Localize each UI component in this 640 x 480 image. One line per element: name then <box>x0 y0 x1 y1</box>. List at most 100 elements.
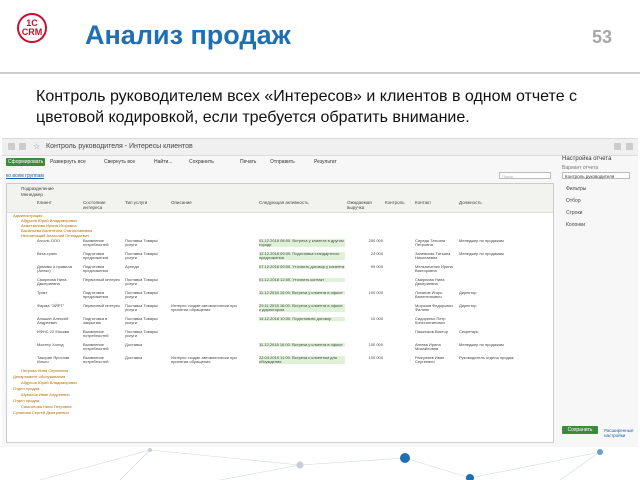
cell-position: Менеджер по продажам <box>459 342 504 347</box>
cell-revenue: 10 000 <box>370 316 383 321</box>
settings-filters[interactable]: Фильтры <box>566 186 586 192</box>
header-manager: Менеджер <box>21 192 43 197</box>
slide-subtitle: Контроль руководителем всех «Интересов» … <box>36 88 578 126</box>
cell-contact: Морозов Федорович Филипп <box>415 303 453 312</box>
window-title: Контроль руководителя - Интересы клиенто… <box>46 143 193 150</box>
find-button[interactable]: Найти... <box>152 158 174 166</box>
cell-revenue: 100 000 <box>368 355 383 360</box>
back-icon[interactable] <box>8 143 15 150</box>
cell-contact: Смирнова Нина Дмитриевна <box>415 277 445 286</box>
group-label: Отдел продаж <box>13 398 40 403</box>
settings-save-button[interactable]: Сохранить <box>562 426 598 434</box>
cell-service: Поставка Товары/услуги <box>125 316 159 325</box>
col-client: Клиент <box>37 200 52 205</box>
col-contact: Контакт <box>415 200 432 205</box>
cell-contact: Пашников Виктор <box>415 329 448 334</box>
cell-next-activity: 12.12.2018 09:00. Подготовка стандартног… <box>259 252 345 260</box>
cell-state: Подготовка предложения <box>83 264 108 273</box>
forward-icon[interactable] <box>19 143 26 150</box>
cell-revenue: 24 000 <box>370 251 383 256</box>
expand-all-button[interactable]: Развернуть все <box>48 158 88 166</box>
generate-button[interactable]: Сформировать <box>6 158 46 166</box>
search-input[interactable]: Поиск <box>499 172 551 179</box>
cell-revenue: 100 000 <box>368 290 383 295</box>
grid-header-top: Подразделение Менеджер <box>7 184 553 199</box>
collapse-all-button[interactable]: Свернуть все <box>102 158 137 166</box>
cell-position: Менеджер по продажам <box>459 251 504 256</box>
settings-rows[interactable]: Строки <box>566 210 582 216</box>
table-row[interactable]: Такорин Ярослав Ильич Выявление потребнос… <box>7 356 553 369</box>
cell-service: Доставка <box>125 355 143 360</box>
cell-state: Выявление потребностей <box>83 329 109 338</box>
cell-position: Руководитель отдела продаж <box>459 355 514 360</box>
send-button[interactable]: Отправить <box>268 158 297 166</box>
cell-revenue: 99 000 <box>370 264 383 269</box>
cell-service: Поставка Товары/услуги <box>125 303 159 312</box>
cell-contact: Заневская Татьяна Николаевна <box>415 251 451 260</box>
cell-state: Первичный интерес <box>83 277 121 282</box>
cell-next-activity: 11.12.2018 10:00. Встреча у клиента в оф… <box>259 291 345 295</box>
report-grid: Подразделение Менеджер Клиент Состояние … <box>6 183 554 443</box>
cell-client: Мастер Холод <box>37 342 64 347</box>
slide-title: Анализ продаж <box>85 20 291 50</box>
cell-next-activity: 29.11.2018 16:00. Встреча у клиента в оф… <box>259 304 345 312</box>
cell-next-activity: 01.12.2018 08:00. Встреча у клиента в др… <box>259 238 345 247</box>
cell-description: Интерес создан автоматически при приняти… <box>171 355 237 364</box>
network-decoration <box>39 448 603 480</box>
header-division: Подразделение <box>21 186 54 191</box>
report-screenshot: ☆ Контроль руководителя - Интересы клиен… <box>2 138 638 447</box>
cell-client: Фирма "ЭЙРТ" <box>37 303 65 308</box>
cell-client: Домовы и правила (Алекс) <box>37 264 72 273</box>
cell-client: Трикт <box>37 290 48 295</box>
group-label: Шувалов Иван Андреевич <box>21 392 70 397</box>
col-service: Тип услуги <box>125 200 148 205</box>
grid-header-columns: Клиент Состояние интереса Тип услуги Опи… <box>7 198 553 213</box>
cell-next-activity: 11.12.2018 10:00. Встреча у клиента в оф… <box>259 343 345 347</box>
group-label: Самсонова Нина Петровна <box>21 404 72 409</box>
settings-title: Настройка отчета <box>562 156 612 162</box>
cell-state: Выявление потребностей <box>83 238 109 247</box>
cell-state: Подготовка предложения <box>83 290 108 299</box>
cell-position: Директор <box>459 290 477 295</box>
cell-revenue: 250 000 <box>368 238 383 243</box>
save-button[interactable]: Сохранить <box>187 158 216 166</box>
settings-selection[interactable]: Отбор <box>566 198 581 204</box>
settings-columns[interactable]: Колонки <box>566 222 585 228</box>
cell-next-activity: 01.12.2018 12:00. Уточнить контакт <box>259 278 345 282</box>
close-icon[interactable] <box>626 143 633 150</box>
group-label: Департамент обслуживания <box>13 374 66 379</box>
variant-select[interactable]: Контроль руководителя <box>562 172 630 179</box>
cell-state: Подготовка в закрытию <box>83 316 108 325</box>
col-next-activity: Следующая активность <box>259 200 309 205</box>
cell-client: Такорин Ярослав Ильич <box>37 355 70 364</box>
network-node <box>400 453 410 463</box>
network-node <box>597 449 603 455</box>
cell-contact: Сидоренко Петр Константинович <box>415 316 446 325</box>
all-groups-link[interactable]: ко всем группам <box>6 173 44 179</box>
cell-service: Доставка <box>125 342 143 347</box>
cell-contact: Сиреда Татьяна Петровна <box>415 238 446 247</box>
advanced-settings-link[interactable]: Расширенные настройки <box>604 428 638 438</box>
network-node <box>296 461 304 469</box>
col-description: Описание <box>171 200 192 205</box>
page-number: 53 <box>592 27 613 47</box>
cell-next-activity: 07.12.2018 09:00. Уточнить договор у кли… <box>259 264 345 269</box>
menu-icon[interactable] <box>614 143 621 150</box>
group-label: Абдулов Юрий Владимирович <box>21 380 78 385</box>
company-logo: 1C CRM <box>17 13 47 43</box>
group-label: Суханова Сергей Дмитриевич <box>13 410 69 415</box>
cell-state: Выявление потребностей <box>83 355 109 364</box>
group-row[interactable]: Суханова Сергей Дмитриевич <box>7 411 553 417</box>
star-icon[interactable]: ☆ <box>33 142 40 151</box>
cell-client: Смирнова Нина Дмитриевна <box>37 277 67 286</box>
cell-client: Вега-транс <box>37 251 58 256</box>
print-button[interactable]: Печать <box>238 158 258 166</box>
result-button[interactable]: Результат <box>312 158 339 166</box>
col-control: Контроль <box>385 200 405 205</box>
variant-label: Вариант отчета <box>562 165 599 171</box>
title-divider <box>0 72 640 74</box>
cell-contact: Разгуляев Иван Сергеевич <box>415 355 445 364</box>
cell-service: Поставка Товары/услуги <box>125 238 159 247</box>
col-revenue: Ожидаемая выручка <box>347 200 372 210</box>
cell-service: Поставка Товары/услуги <box>125 329 159 338</box>
